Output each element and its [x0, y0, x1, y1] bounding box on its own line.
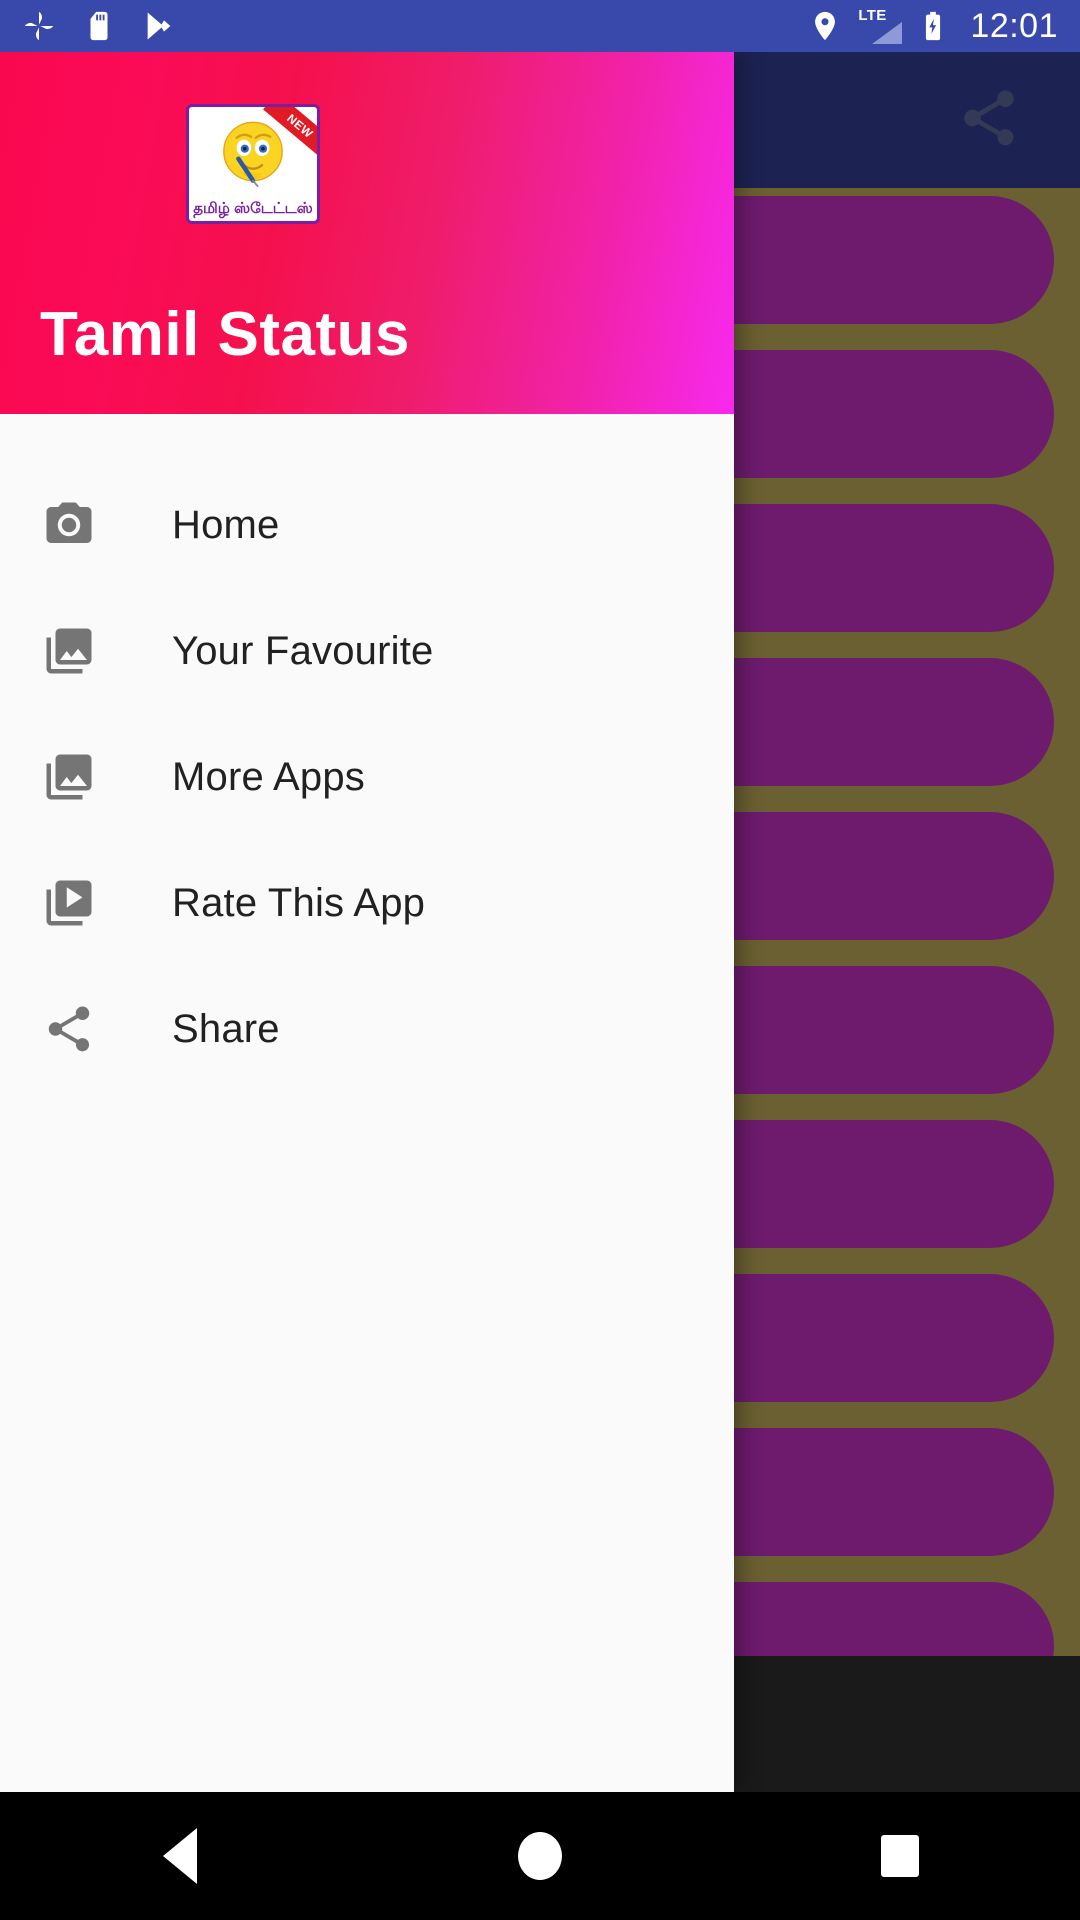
- logo-caption: தமிழ் ஸ்டேட்டஸ்: [193, 200, 313, 217]
- signal-triangle: [872, 22, 903, 44]
- share-icon: [42, 1002, 96, 1056]
- video-library-icon: [42, 876, 96, 930]
- home-button[interactable]: [450, 1792, 630, 1920]
- sidebar-item-label: Your Favourite: [172, 628, 434, 673]
- system-nav-bar: [0, 1792, 1080, 1920]
- sd-card-icon: [90, 11, 108, 41]
- recents-square-icon: [881, 1835, 919, 1877]
- screen: AdMob by Google: [0, 0, 1080, 1920]
- home-circle-icon: [518, 1832, 562, 1880]
- sidebar-item-your-favourite[interactable]: Your Favourite: [0, 588, 734, 714]
- sidebar-item-rate-this-app[interactable]: Rate This App: [0, 840, 734, 966]
- sidebar-item-label: More Apps: [172, 754, 366, 799]
- signal-bars-icon: LTE: [856, 7, 903, 44]
- sidebar-item-more-apps[interactable]: More Apps: [0, 714, 734, 840]
- navigation-drawer: NEW தமிழ் ஸ்டேட்டஸ் Tamil Status Home Yo…: [0, 52, 734, 1792]
- play-store-icon: [147, 12, 171, 40]
- photo-library-icon: [42, 750, 96, 804]
- location-pin-icon: [815, 11, 836, 41]
- drawer-header: NEW தமிழ் ஸ்டேட்டஸ் Tamil Status: [0, 52, 734, 414]
- sidebar-item-label: Home: [172, 502, 280, 547]
- app-logo: NEW தமிழ் ஸ்டேட்டஸ்: [186, 104, 320, 224]
- status-bar: LTE 12:01: [0, 0, 1080, 52]
- sidebar-item-label: Rate This App: [172, 880, 426, 925]
- battery-charging-icon: [926, 11, 941, 41]
- status-bar-notifications: [22, 9, 176, 43]
- sidebar-item-label: Share: [172, 1006, 280, 1051]
- back-button[interactable]: [90, 1792, 270, 1920]
- status-bar-system: LTE 12:01: [808, 7, 1058, 45]
- recents-button[interactable]: [810, 1792, 990, 1920]
- photo-library-icon: [42, 624, 96, 678]
- sidebar-item-share[interactable]: Share: [0, 966, 734, 1092]
- back-triangle-icon: [163, 1828, 197, 1884]
- sidebar-item-home[interactable]: Home: [0, 462, 734, 588]
- camera-icon: [42, 498, 96, 552]
- app-title: Tamil Status: [40, 300, 411, 369]
- photos-pinwheel-icon: [24, 11, 54, 41]
- drawer-menu: Home Your Favourite More Apps Rate This …: [0, 414, 734, 1092]
- clock: 12:01: [970, 7, 1058, 45]
